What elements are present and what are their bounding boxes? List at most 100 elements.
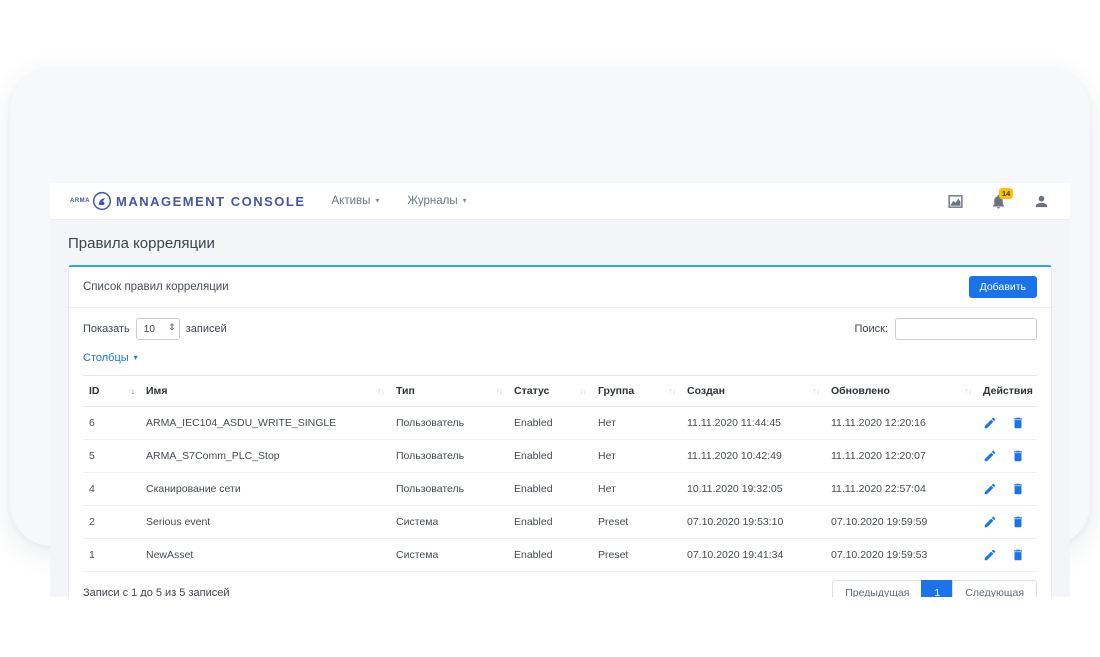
top-navbar: ARMA MANAGEMENT CONSOLE Активы ▾ Журналы… [50, 183, 1070, 220]
edit-pencil-icon[interactable] [983, 449, 997, 463]
cell-id: 6 [83, 407, 140, 440]
cell-actions [977, 539, 1037, 572]
reports-chart-icon[interactable] [947, 193, 964, 210]
edit-pencil-icon[interactable] [983, 416, 997, 430]
cell-created: 11.11.2020 11:44:45 [681, 407, 825, 440]
cell-updated: 07.10.2020 19:59:53 [825, 539, 977, 572]
pagination: Предыдущая 1 Следующая [832, 580, 1037, 597]
notification-count-badge: 14 [999, 188, 1013, 199]
delete-trash-icon[interactable] [1011, 515, 1025, 529]
sort-icon[interactable]: ↑↓ [965, 386, 972, 396]
cell-id: 1 [83, 539, 140, 572]
nav-menu-logs[interactable]: Журналы ▾ [407, 195, 466, 207]
cell-name: ARMA_IEC104_ASDU_WRITE_SINGLE [140, 407, 390, 440]
show-label: Показать [83, 323, 130, 335]
page-content: Правила корреляции Список правил корреля… [50, 220, 1070, 597]
page-size-group: Показать 10 ⇕ записей [83, 318, 227, 340]
cell-type: Пользователь [390, 440, 508, 473]
cell-updated: 07.10.2020 19:59:59 [825, 506, 977, 539]
user-profile-icon[interactable] [1033, 193, 1050, 210]
nav-menus: Активы ▾ Журналы ▾ [332, 195, 467, 207]
cell-name: Сканирование сети [140, 473, 390, 506]
cell-updated: 11.11.2020 12:20:07 [825, 440, 977, 473]
correlation-rules-card: Список правил корреляции Добавить Показа… [68, 265, 1052, 597]
brand-logo-link[interactable]: ARMA MANAGEMENT CONSOLE [70, 191, 306, 211]
sort-icon[interactable]: ↑↓ [128, 386, 135, 396]
delete-trash-icon[interactable] [1011, 548, 1025, 562]
cell-type: Пользователь [390, 407, 508, 440]
table-row: 6 ARMA_IEC104_ASDU_WRITE_SINGLE Пользова… [83, 407, 1037, 440]
edit-pencil-icon[interactable] [983, 482, 997, 496]
delete-trash-icon[interactable] [1011, 449, 1025, 463]
card-title: Список правил корреляции [83, 281, 229, 293]
cell-type: Пользователь [390, 473, 508, 506]
table-row: 2 Serious event Система Enabled Preset 0… [83, 506, 1037, 539]
nav-menu-assets[interactable]: Активы ▾ [332, 195, 380, 207]
cell-group: Нет [592, 473, 681, 506]
cell-status: Enabled [508, 440, 592, 473]
rules-table: ID↑↓ Имя↑↓ Тип↑↓ Статус↑↓ Группа↑↓ Созда… [83, 375, 1037, 572]
column-header-status[interactable]: Статус↑↓ [508, 376, 592, 407]
search-input[interactable] [895, 318, 1037, 340]
column-header-type[interactable]: Тип↑↓ [390, 376, 508, 407]
delete-trash-icon[interactable] [1011, 482, 1025, 496]
cell-created: 07.10.2020 19:41:34 [681, 539, 825, 572]
page-size-select-wrap: 10 ⇕ [136, 318, 180, 340]
cell-actions [977, 473, 1037, 506]
cell-updated: 11.11.2020 22:57:04 [825, 473, 977, 506]
cell-id: 2 [83, 506, 140, 539]
table-controls: Показать 10 ⇕ записей Поиск: [83, 318, 1037, 340]
add-rule-button[interactable]: Добавить [969, 276, 1037, 298]
table-row: 1 NewAsset Система Enabled Preset 07.10.… [83, 539, 1037, 572]
table-row: 4 Сканирование сети Пользователь Enabled… [83, 473, 1037, 506]
column-header-id[interactable]: ID↑↓ [83, 376, 140, 407]
helmet-logo-icon [92, 191, 112, 211]
cell-actions [977, 506, 1037, 539]
cell-status: Enabled [508, 539, 592, 572]
cell-group: Preset [592, 539, 681, 572]
cell-actions [977, 440, 1037, 473]
pagination-page-1-button[interactable]: 1 [921, 580, 953, 597]
records-label: записей [186, 323, 227, 335]
brand-prefix: ARMA [70, 198, 90, 204]
pagination-next-button[interactable]: Следующая [952, 580, 1037, 597]
chevron-down-icon: ▾ [375, 197, 379, 205]
cell-status: Enabled [508, 506, 592, 539]
edit-pencil-icon[interactable] [983, 548, 997, 562]
cell-name: ARMA_S7Comm_PLC_Stop [140, 440, 390, 473]
sort-icon[interactable]: ↑↓ [378, 386, 385, 396]
cell-name: NewAsset [140, 539, 390, 572]
cell-group: Нет [592, 440, 681, 473]
nav-menu-assets-label: Активы [332, 195, 371, 207]
search-label: Поиск: [854, 323, 888, 335]
cell-type: Система [390, 506, 508, 539]
cell-updated: 11.11.2020 12:20:16 [825, 407, 977, 440]
page-title: Правила корреляции [68, 235, 1052, 252]
sort-icon[interactable]: ↑↓ [496, 386, 503, 396]
nav-menu-logs-label: Журналы [407, 195, 457, 207]
sort-icon[interactable]: ↑↓ [669, 386, 676, 396]
chevron-down-icon: ▾ [463, 197, 467, 205]
notifications-bell-icon[interactable]: 14 [990, 193, 1007, 210]
table-row: 5 ARMA_S7Comm_PLC_Stop Пользователь Enab… [83, 440, 1037, 473]
pagination-prev-button[interactable]: Предыдущая [832, 580, 922, 597]
delete-trash-icon[interactable] [1011, 416, 1025, 430]
sort-icon[interactable]: ↑↓ [580, 386, 587, 396]
cell-status: Enabled [508, 407, 592, 440]
cell-created: 11.11.2020 10:42:49 [681, 440, 825, 473]
column-header-created[interactable]: Создан↑↓ [681, 376, 825, 407]
column-header-group[interactable]: Группа↑↓ [592, 376, 681, 407]
edit-pencil-icon[interactable] [983, 515, 997, 529]
column-header-name[interactable]: Имя↑↓ [140, 376, 390, 407]
columns-dropdown-button[interactable]: Столбцы ▾ [83, 352, 138, 364]
cell-name: Serious event [140, 506, 390, 539]
column-header-updated[interactable]: Обновлено↑↓ [825, 376, 977, 407]
cell-group: Preset [592, 506, 681, 539]
cell-actions [977, 407, 1037, 440]
sort-icon[interactable]: ↑↓ [813, 386, 820, 396]
cell-type: Система [390, 539, 508, 572]
column-header-actions: Действия [977, 376, 1037, 407]
page-size-select[interactable]: 10 [136, 318, 180, 340]
columns-label: Столбцы [83, 352, 129, 364]
cell-group: Нет [592, 407, 681, 440]
